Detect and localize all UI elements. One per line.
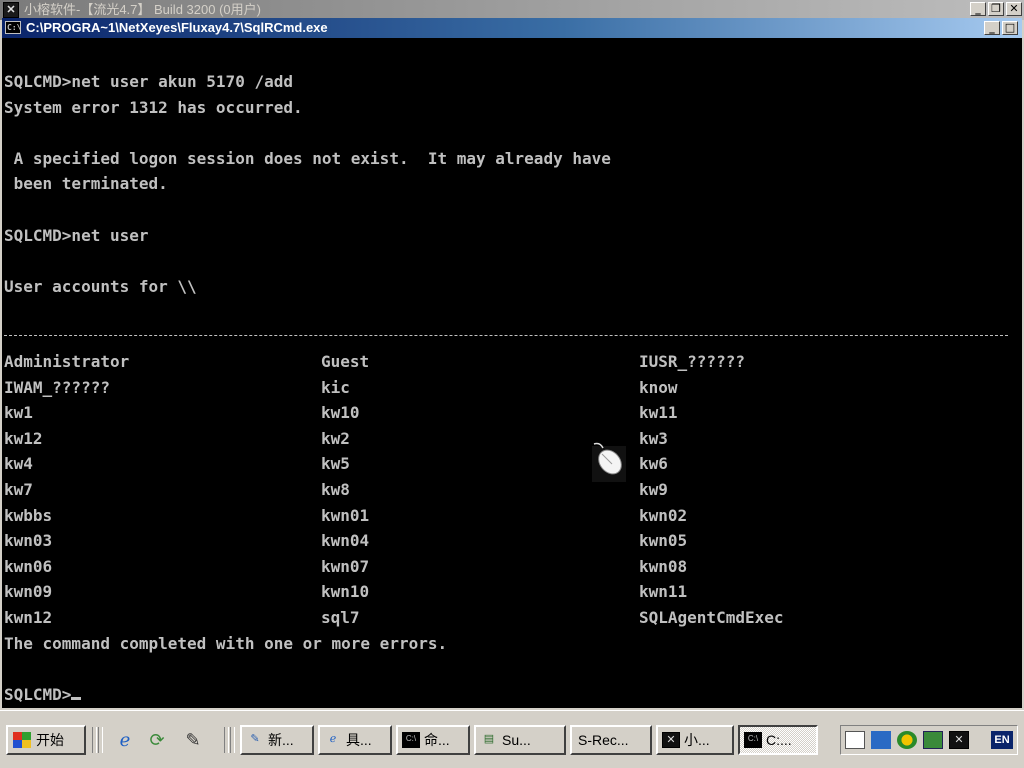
user-account-name: kwn11	[639, 582, 688, 602]
console-line: A specified logon session does not exist…	[4, 148, 611, 168]
console-icon[interactable]: C:\	[5, 21, 21, 34]
ie-icon[interactable]: ℯ	[114, 729, 136, 751]
user-account-name: kwn05	[639, 531, 688, 551]
system-tray: ✕ EN	[840, 725, 1018, 755]
user-account-name: kw6	[639, 454, 668, 474]
network-icon: ▤	[483, 733, 495, 745]
user-account-name: SQLAgentCmdExec	[639, 608, 784, 627]
user-account-name: kw5	[321, 454, 350, 474]
console-line: been terminated.	[4, 174, 168, 194]
user-account-name: Administrator	[4, 352, 130, 371]
taskbar-item-label: 具...	[346, 732, 372, 748]
app-title-bar[interactable]: ✕ 小榕软件-【流光4.7】 Build 3200 (0用户) _ ❐ ✕	[0, 0, 1024, 20]
taskbar-item[interactable]: C:\ 命...	[396, 725, 470, 755]
taskbar-item-label: 小...	[684, 732, 710, 748]
user-account-name: kw2	[321, 428, 350, 448]
console-output[interactable]: SQLCMD>net user akun 5170 /add System err…	[2, 38, 1022, 708]
network-icon[interactable]	[871, 731, 891, 749]
user-account-name: kwn01	[321, 505, 370, 525]
user-account-name: kwn07	[321, 556, 370, 576]
taskbar-item-label: S-Rec...	[578, 732, 629, 748]
console-icon: C:\	[402, 732, 420, 748]
command-prompt[interactable]: SQLCMD>	[4, 682, 82, 708]
taskbar-item[interactable]: ✕ 小...	[656, 725, 734, 755]
user-account-name: kw3	[639, 428, 668, 448]
console-line: SQLCMD>net user akun 5170 /add	[4, 72, 293, 91]
user-account-name: IWAM_??????	[4, 377, 110, 397]
console-maximize-button[interactable]: □	[1002, 21, 1018, 35]
user-account-name: kw7	[4, 480, 33, 499]
sun-icon[interactable]	[897, 731, 917, 749]
prompt-text: SQLCMD>	[4, 685, 72, 704]
taskbar: 开始 ℯ ⟳ ✎ ✎ 新... ℯ 具... C:\ 命... ▤ Su... …	[0, 710, 1024, 768]
user-account-name: kwn10	[321, 582, 370, 602]
user-account-name: kwn12	[4, 608, 53, 627]
app-caption-buttons: _ ❐ ✕	[970, 2, 1022, 16]
language-indicator[interactable]: EN	[991, 731, 1013, 749]
separator-line	[4, 335, 1008, 336]
user-account-name: kic	[321, 377, 350, 397]
user-account-name: kwn08	[639, 556, 688, 576]
user-account-name: kwn04	[321, 531, 370, 551]
toolbar-grip[interactable]	[98, 727, 103, 753]
user-account-name: kw11	[639, 403, 678, 423]
restore-button[interactable]: ❐	[988, 2, 1004, 16]
user-account-name: kw1	[4, 403, 33, 423]
network-icon[interactable]	[923, 731, 943, 749]
taskbar-item[interactable]: S-Rec...	[570, 725, 652, 755]
refresh-icon[interactable]: ⟳	[146, 729, 168, 751]
edit-icon[interactable]: ✎	[182, 729, 204, 751]
console-line: System error 1312 has occurred.	[4, 97, 303, 117]
ie-icon: ℯ	[329, 733, 337, 745]
user-account-name: kwn06	[4, 556, 53, 576]
console-line: SQLCMD>net user	[4, 225, 149, 245]
app-x-icon[interactable]: ✕	[949, 731, 969, 749]
user-account-name: kw4	[4, 454, 33, 474]
text-cursor	[71, 697, 82, 700]
taskbar-item-label: 命...	[424, 732, 450, 748]
start-button[interactable]: 开始	[6, 725, 86, 755]
console-line: User accounts for \\	[4, 276, 197, 296]
minimize-button[interactable]: _	[970, 2, 986, 16]
user-account-name: Guest	[321, 352, 370, 371]
taskbar-item[interactable]: ▤ Su...	[474, 725, 566, 755]
user-account-name: kw10	[321, 403, 360, 423]
user-account-name: kwn03	[4, 531, 53, 551]
taskbar-item-label: C:...	[766, 732, 792, 748]
user-account-name: kw12	[4, 428, 43, 448]
user-account-name: sql7	[321, 608, 360, 627]
app-x-icon[interactable]: ✕	[3, 2, 19, 18]
taskbar-item-active[interactable]: C:\ C:...	[738, 725, 818, 755]
toolbar-grip[interactable]	[92, 727, 97, 753]
start-label: 开始	[36, 732, 64, 748]
user-account-name: kw8	[321, 480, 350, 499]
toolbar-grip[interactable]	[230, 727, 235, 753]
completion-message: The command completed with one or more e…	[4, 634, 448, 653]
user-account-name: kwbbs	[4, 505, 53, 525]
console-icon: C:\	[744, 732, 762, 748]
taskbar-item[interactable]: ℯ 具...	[318, 725, 392, 755]
app-x-icon: ✕	[662, 732, 680, 748]
console-title-bar[interactable]: C:\ C:\PROGRA~1\NetXeyes\Fluxay4.7\SqlRC…	[2, 18, 1022, 38]
mouse-pointer-icon	[592, 442, 626, 482]
console-minimize-button[interactable]: _	[984, 21, 1000, 35]
taskbar-item[interactable]: ✎ 新...	[240, 725, 314, 755]
tray-app-icon[interactable]	[845, 731, 865, 749]
user-account-name: kw9	[639, 480, 668, 499]
user-account-name: kwn02	[639, 505, 688, 525]
user-account-name: know	[639, 377, 678, 397]
windows-flag-icon	[13, 732, 31, 748]
console-title: C:\PROGRA~1\NetXeyes\Fluxay4.7\SqlRCmd.e…	[26, 20, 328, 35]
close-button[interactable]: ✕	[1006, 2, 1022, 16]
user-account-name: IUSR_??????	[639, 352, 745, 371]
app-title: 小榕软件-【流光4.7】 Build 3200 (0用户)	[24, 2, 261, 17]
notepad-icon: ✎	[250, 733, 260, 745]
taskbar-item-label: 新...	[268, 732, 294, 748]
console-caption-buttons: _ □	[984, 21, 1018, 35]
user-account-name: kwn09	[4, 582, 53, 602]
taskbar-item-label: Su...	[502, 732, 531, 748]
toolbar-grip[interactable]	[224, 727, 229, 753]
